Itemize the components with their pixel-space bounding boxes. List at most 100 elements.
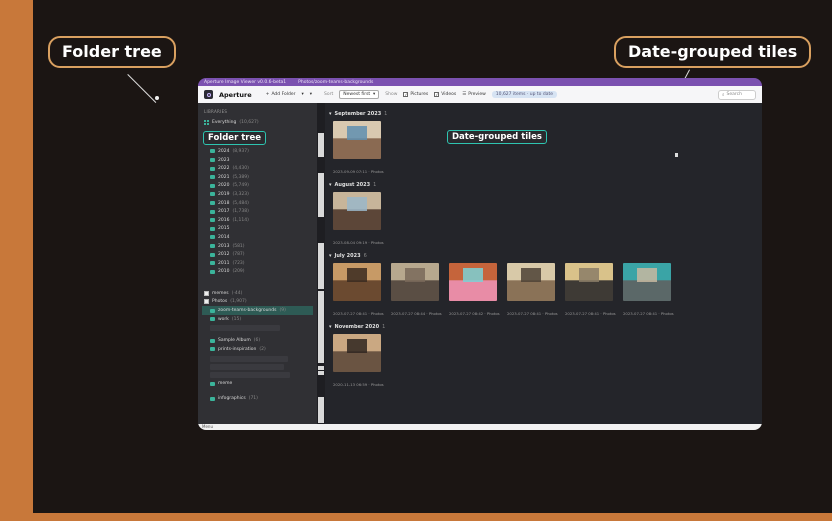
date-group-title[interactable]: ▾ November 2020 1 — [329, 324, 762, 330]
folder-icon — [210, 396, 215, 401]
loading-placeholder — [210, 363, 284, 370]
callout-date-tiles: Date-grouped tiles — [614, 36, 812, 68]
preview-toggle[interactable]: ☰ Preview — [462, 92, 486, 97]
sidebar-item-zoom-teams-backgrounds[interactable]: zoom-teams-backgrounds (9) — [202, 306, 313, 315]
sidebar-item-year[interactable]: 2021 (5,389) — [202, 173, 313, 182]
loading-placeholder — [210, 325, 280, 332]
folder-icon — [210, 218, 215, 223]
sidebar-item-year[interactable]: 2015 — [202, 225, 313, 234]
photo-caption: 2023-07-27 08:42 · Photos — [449, 311, 500, 316]
folder-icon — [210, 158, 215, 163]
left-accent-stripe — [0, 0, 33, 521]
folder-icon — [210, 235, 215, 240]
loading-placeholder — [210, 355, 288, 362]
sidebar-item-year[interactable]: 2020 (5,749) — [202, 182, 313, 191]
sidebar-item-meme[interactable]: meme — [202, 380, 313, 389]
photo-tile[interactable]: 2023-07-27 08:41 · Photos — [565, 263, 616, 316]
sidebar-item-year[interactable]: 2019 (3,323) — [202, 190, 313, 199]
chevron-down-icon: ▾ — [329, 182, 332, 188]
more-dropdown-icon[interactable]: ▾ — [310, 92, 312, 97]
sidebar-item-year[interactable]: 2014 — [202, 233, 313, 242]
folder-icon — [210, 149, 215, 154]
chevron-down-icon: ▾ — [373, 92, 376, 97]
add-folder-dropdown-icon[interactable]: ▾ — [302, 92, 304, 97]
check-icon: ✓ — [434, 92, 440, 97]
date-group-title[interactable]: ▾ July 2023 6 — [329, 253, 762, 259]
window-title: Aperture Image Viewer v0.0.6-beta1 — [204, 79, 287, 85]
photo-thumbnail[interactable] — [333, 334, 381, 372]
photo-thumbnail[interactable] — [507, 263, 555, 301]
date-group: ▾ November 2020 1 2020-11-13 06:59 · Photos — [327, 324, 762, 387]
sidebar-item-year[interactable]: 2024 (8,937) — [202, 147, 313, 156]
photo-caption: 2023-08-04 09:19 · Photos — [333, 240, 384, 245]
folder-icon — [210, 201, 215, 206]
sidebar-item-sample-album[interactable]: Sample Album (6) — [202, 336, 313, 345]
sidebar-item-year[interactable]: 2017 (1,738) — [202, 207, 313, 216]
photo-tile[interactable]: 2023-09-09 07:11 · Photos — [333, 121, 384, 174]
pictures-checkbox[interactable]: ✓ Pictures — [403, 92, 428, 97]
sidebar-item-infographics[interactable]: infographics (71) — [202, 394, 313, 403]
title-bar: Aperture Image Viewer v0.0.6-beta1 Photo… — [198, 78, 762, 86]
show-label: Show — [385, 92, 398, 97]
window-path: Photos/zoom-teams-backgrounds — [298, 79, 374, 85]
photo-thumbnail[interactable] — [333, 263, 381, 301]
sidebar-item-year[interactable]: 2013 (581) — [202, 242, 313, 251]
photo-thumbnail[interactable] — [333, 121, 381, 159]
sidebar-item-year[interactable]: 2010 (209) — [202, 268, 313, 277]
sort-label: Sort — [324, 92, 334, 97]
date-group-title[interactable]: ▾ August 2023 1 — [329, 182, 762, 188]
photo-tile[interactable]: 2023-07-27 08:42 · Photos — [449, 263, 500, 316]
add-folder-button[interactable]: + Add Folder — [266, 92, 296, 97]
grid-icon — [204, 119, 209, 125]
folder-icon — [210, 269, 215, 274]
sidebar: LIBRARIES Everything (10,627) 2025(7,093… — [198, 103, 317, 424]
sidebar-item-year[interactable]: 2022 (4,430) — [202, 164, 313, 173]
folder-icon — [210, 226, 215, 231]
chevron-down-icon: ▾ — [329, 324, 332, 330]
chevron-down-icon: ▾ — [329, 111, 332, 117]
photo-tile[interactable]: 2023-08-04 09:19 · Photos — [333, 192, 384, 245]
aperture-logo-icon — [204, 90, 213, 99]
photo-caption: 2023-07-27 08:41 · Photos — [333, 311, 384, 316]
sidebar-item-year[interactable]: 2018 (5,484) — [202, 199, 313, 208]
sidebar-item-everything[interactable]: Everything (10,627) — [202, 118, 313, 127]
status-bar: Menu — [198, 424, 762, 430]
photo-tile[interactable]: 2023-07-27 08:41 · Photos — [333, 263, 384, 316]
checkbox[interactable] — [204, 290, 209, 296]
videos-checkbox[interactable]: ✓ Videos — [434, 92, 456, 97]
sidebar-item-year[interactable]: 2023 — [202, 156, 313, 165]
photo-tile[interactable]: 2023-07-27 08:41 · Photos — [623, 263, 674, 316]
photo-tile[interactable]: 2023-07-27 08:44 · Photos — [391, 263, 442, 316]
photo-thumbnail[interactable] — [623, 263, 671, 301]
search-input[interactable]: ⌕ Search — [718, 89, 756, 100]
preview-icon: ☰ — [462, 92, 467, 97]
photo-tile[interactable]: 2020-11-13 06:59 · Photos — [333, 334, 384, 387]
sidebar-item-work[interactable]: work (15) — [202, 315, 313, 324]
checkbox[interactable] — [204, 299, 209, 305]
photo-thumbnail[interactable] — [449, 263, 497, 301]
sidebar-item-memes[interactable]: memes (·44) — [202, 289, 313, 298]
sidebar-item-year[interactable]: 2016 (1,114) — [202, 216, 313, 225]
sidebar-scrollbar[interactable] — [317, 103, 325, 424]
photo-thumbnail[interactable] — [333, 192, 381, 230]
date-group: ▾ July 2023 6 2023-07-27 08:41 · Photos 2023… — [327, 253, 762, 316]
photo-caption: 2020-11-13 06:59 · Photos — [333, 382, 384, 387]
folder-icon — [210, 192, 215, 197]
chevron-down-icon: ▾ — [329, 253, 332, 259]
sidebar-item-prints-inspiration[interactable]: prints-inspiration (2) — [202, 345, 313, 354]
sort-select[interactable]: Newest first ▾ — [339, 90, 380, 99]
sidebar-item-year[interactable]: 2011 (723) — [202, 259, 313, 268]
folder-icon — [210, 166, 215, 171]
callout-folder-tree: Folder tree — [48, 36, 176, 68]
photo-grid: Date-grouped tiles ▾ September 2023 1 2023-… — [325, 103, 762, 424]
date-group-title[interactable]: ▾ September 2023 1 — [329, 111, 762, 117]
photo-thumbnail[interactable] — [391, 263, 439, 301]
leader-line-folder-tree — [127, 74, 157, 103]
sidebar-item-photos[interactable]: Photos (1,907) — [202, 298, 313, 307]
sidebar-item-year[interactable]: 2012 (787) — [202, 250, 313, 259]
photo-tile[interactable]: 2023-07-27 08:41 · Photos — [507, 263, 558, 316]
photo-thumbnail[interactable] — [565, 263, 613, 301]
folder-icon — [210, 338, 215, 343]
folder-icon — [210, 308, 215, 313]
app-body: LIBRARIES Everything (10,627) 2025(7,093… — [198, 103, 762, 424]
